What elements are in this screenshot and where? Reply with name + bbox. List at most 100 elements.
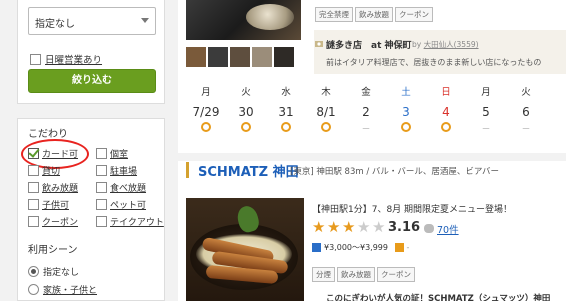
review-author-name[interactable]: 大田仙人(3559) [424,40,479,49]
checkbox-parking[interactable] [96,165,107,176]
promo-text[interactable]: 【神田駅1分】7、8月 期間限定夏メニュー登場！ [312,202,512,215]
sunday-open-label[interactable]: 日曜営業あり [45,55,102,66]
kodawari-option-private-room[interactable]: 個室 [96,147,128,160]
kodawari-label-private-room[interactable]: 個室 [110,150,128,160]
tag: 飲み放題 [337,267,375,282]
review-author: by 大田仙人(3559) [412,39,479,50]
thumbnail[interactable] [208,47,228,67]
checkbox-all-you-can-drink[interactable] [28,182,39,193]
cal-date[interactable]: 7/29 [186,105,226,119]
condition-select[interactable]: 指定なし [28,7,156,35]
kodawari-label-all-you-can-eat[interactable]: 食べ放題 [110,184,146,194]
scene-option-family[interactable]: 家族・子供と [28,283,97,296]
rating-row: ★ ★ ★ ★ ★ 3.16 70件 [312,218,562,238]
camera-icon [315,41,323,47]
availability-open-icon[interactable] [426,122,466,135]
checkbox-pets[interactable] [96,199,107,210]
results-list: 完全禁煙 飲み放題 クーポン 謎多き店 at 神保町 by 大田仙人(3559) 前… [178,0,566,301]
kodawari-label-pets[interactable]: ペット可 [110,201,146,211]
filter-button[interactable]: 絞り込む [28,69,156,93]
kodawari-option-all-you-can-drink[interactable]: 飲み放題 [28,181,78,194]
lunch-price-dash: - [406,243,410,252]
thumbnail[interactable] [186,47,206,67]
checkbox-coupon[interactable] [28,216,39,227]
speech-bubble-icon [424,224,434,233]
restaurant-name-link[interactable]: SCHMATZ 神田 [198,161,299,180]
cal-weekday: 火 [241,87,251,98]
cal-weekday: 水 [281,87,291,98]
checkbox-kids[interactable] [28,199,39,210]
availability-open-icon[interactable] [186,122,226,135]
kodawari-option-card[interactable]: カード可 [21,139,89,169]
kodawari-label-all-you-can-drink[interactable]: 飲み放題 [42,184,78,194]
sunday-open-checkbox-row[interactable]: 日曜営業あり [30,52,102,66]
kodawari-option-pets[interactable]: ペット可 [96,198,146,211]
star-empty-icon: ★ [357,218,371,236]
restaurant-photo-main[interactable] [186,0,301,40]
tag: クーポン [395,7,433,22]
cal-weekday: 土 [401,87,411,98]
cal-weekday: 金 [361,87,371,98]
restaurant-card-2: SCHMATZ 神田 [東京] 神田駅 83m / バル・バール、居酒屋、ビアバ… [178,161,566,301]
cal-weekday: 月 [201,87,211,98]
scene-label-family[interactable]: 家族・子供と [43,286,97,296]
availability-none-icon: － [521,125,531,135]
review-snippet[interactable]: 謎多き店 at 神保町 by 大田仙人(3559) 前はイタリア料理店で、居抜き… [314,30,566,74]
cal-date: 2 [362,105,370,119]
photo-thumbnails [186,47,306,71]
filter-sidebar: 指定なし 日曜営業あり 絞り込む こだわり カード可 個室 貸切 駐車場 飲み放… [0,0,175,301]
teaser-text[interactable]: このにぎわいが人気の証！SCHMATZ（シュマッツ）神田 [326,292,550,301]
cal-weekday: 火 [521,87,531,98]
checkbox-takeout[interactable] [96,216,107,227]
kodawari-option-charter[interactable]: 貸切 [28,164,60,177]
thumbnail[interactable] [252,47,272,67]
rating-score: 3.16 [388,220,421,235]
cal-date[interactable]: 30 [226,105,266,119]
scene-label-none[interactable]: 指定なし [43,268,79,278]
scene-title: 利用シーン [28,245,78,256]
availability-open-icon[interactable] [226,122,266,135]
radio-scene-family[interactable] [28,284,39,295]
availability-open-icon[interactable] [266,122,306,135]
kodawari-option-takeout[interactable]: テイクアウト [96,215,164,228]
tag: クーポン [377,267,415,282]
checkbox-all-you-can-eat[interactable] [96,182,107,193]
cal-date[interactable]: 8/1 [306,105,346,119]
card-separator [178,153,566,161]
kodawari-option-kids[interactable]: 子供可 [28,198,69,211]
kodawari-label-takeout[interactable]: テイクアウト [110,218,164,228]
kodawari-option-coupon[interactable]: クーポン [28,215,78,228]
review-author-prefix: by [412,40,422,49]
kodawari-label-charter[interactable]: 貸切 [42,167,60,177]
kodawari-option-all-you-can-eat[interactable]: 食べ放題 [96,181,146,194]
availability-open-icon[interactable] [386,122,426,135]
review-count-link[interactable]: 70件 [437,222,459,236]
star-empty-icon: ★ [372,218,386,236]
scene-option-none[interactable]: 指定なし [28,265,79,278]
tag: 完全禁煙 [315,7,353,22]
availability-open-icon[interactable] [306,122,346,135]
review-title[interactable]: 謎多き店 at 神保町 [326,38,412,51]
cal-date[interactable]: 31 [266,105,306,119]
checkbox-charter[interactable] [28,165,39,176]
restaurant-photo[interactable] [186,198,304,301]
radio-scene-none[interactable] [28,266,39,277]
price-row: ¥3,000～¥3,999 - [312,242,409,253]
lunch-icon [394,243,404,252]
condition-select-value: 指定なし [35,19,75,30]
price-range: ¥3,000～¥3,999 [324,243,388,252]
kodawari-option-parking[interactable]: 駐車場 [96,164,137,177]
kodawari-label-parking[interactable]: 駐車場 [110,167,137,177]
sunday-open-checkbox[interactable] [30,53,41,65]
cal-date[interactable]: 4 [426,105,466,119]
dish-image [246,4,294,30]
checkbox-card[interactable] [28,148,39,159]
cal-date[interactable]: 3 [386,105,426,119]
kodawari-label-kids[interactable]: 子供可 [42,201,69,211]
chevron-down-icon [141,18,149,23]
kodawari-label-coupon[interactable]: クーポン [42,218,78,228]
thumbnail[interactable] [274,47,294,67]
thumbnail[interactable] [230,47,250,67]
checkbox-private-room[interactable] [96,148,107,159]
cal-date: 6 [522,105,530,119]
